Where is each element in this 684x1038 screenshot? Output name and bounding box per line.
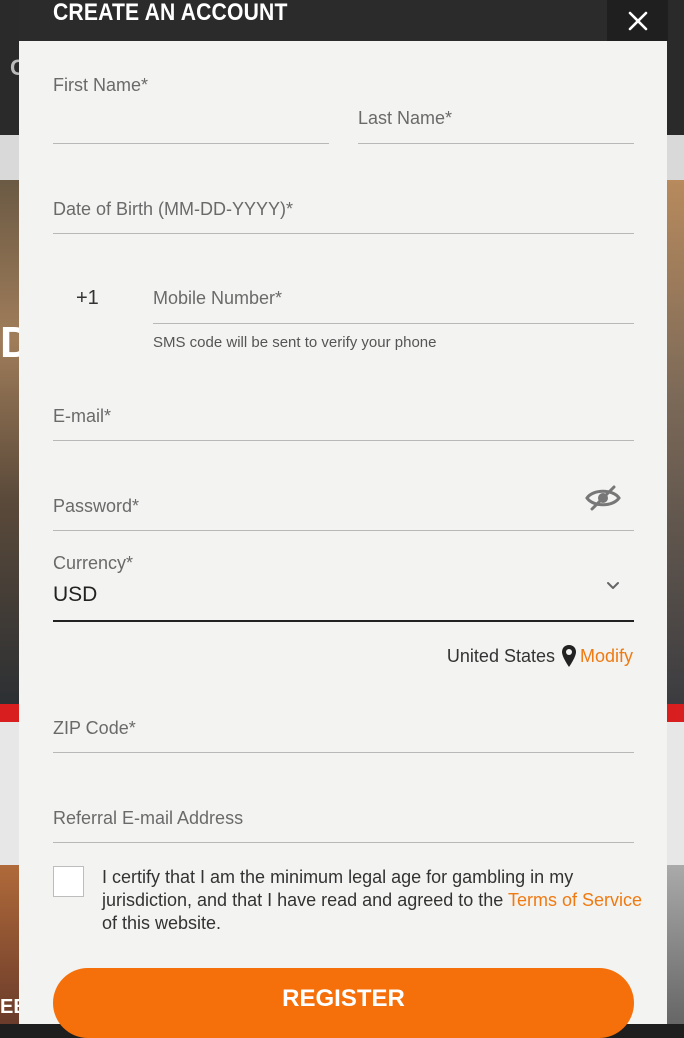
date-of-birth-field[interactable]: Date of Birth (MM-DD-YYYY)* [53, 196, 634, 234]
modify-location-link[interactable]: Modify [580, 646, 633, 667]
age-certify-checkbox[interactable] [53, 866, 84, 897]
modal-header: CREATE AN ACCOUNT [19, 0, 667, 41]
password-visibility-toggle[interactable] [584, 484, 622, 512]
zip-code-field[interactable]: ZIP Code* [53, 715, 634, 753]
chevron-down-icon [607, 582, 619, 589]
email-field[interactable]: E-mail* [53, 403, 634, 441]
age-certify-text: I certify that I am the minimum legal ag… [102, 866, 642, 935]
last-name-label: Last Name* [358, 108, 453, 128]
background-image-right-lower [667, 865, 684, 1024]
currency-value: USD [53, 583, 98, 606]
referral-email-label: Referral E-mail Address [53, 808, 244, 828]
email-label: E-mail* [53, 406, 112, 426]
location-country: United States [446, 645, 555, 666]
first-name-label: First Name* [53, 75, 149, 95]
first-name-field[interactable]: First Name* [53, 72, 329, 144]
password-field[interactable]: Password* [53, 493, 634, 531]
referral-email-field[interactable]: Referral E-mail Address [53, 805, 634, 843]
close-icon [628, 11, 647, 30]
last-name-field[interactable]: Last Name* [358, 105, 634, 144]
certify-text-after: of this website. [102, 913, 222, 933]
date-of-birth-label: Date of Birth (MM-DD-YYYY)* [53, 199, 294, 219]
password-label: Password* [53, 496, 140, 516]
terms-of-service-link[interactable]: Terms of Service [508, 890, 642, 910]
certify-text-before: I certify that I am the minimum legal ag… [102, 867, 574, 910]
phone-country-code[interactable]: +1 [76, 287, 99, 310]
register-button[interactable]: REGISTER [53, 968, 634, 1038]
location-row: United States Modify [447, 644, 633, 668]
close-button[interactable] [607, 0, 668, 41]
background-image-left [0, 180, 19, 710]
modal-title: CREATE AN ACCOUNT [53, 0, 288, 26]
currency-select[interactable] [53, 548, 634, 622]
zip-code-label: ZIP Code* [53, 718, 136, 738]
mobile-number-field[interactable]: Mobile Number* [153, 285, 634, 324]
background-image-right [667, 180, 684, 710]
eye-slash-icon [585, 485, 621, 511]
mobile-number-label: Mobile Number* [153, 288, 283, 308]
map-pin-icon [561, 644, 577, 668]
mobile-hint: SMS code will be sent to verify your pho… [153, 334, 437, 351]
